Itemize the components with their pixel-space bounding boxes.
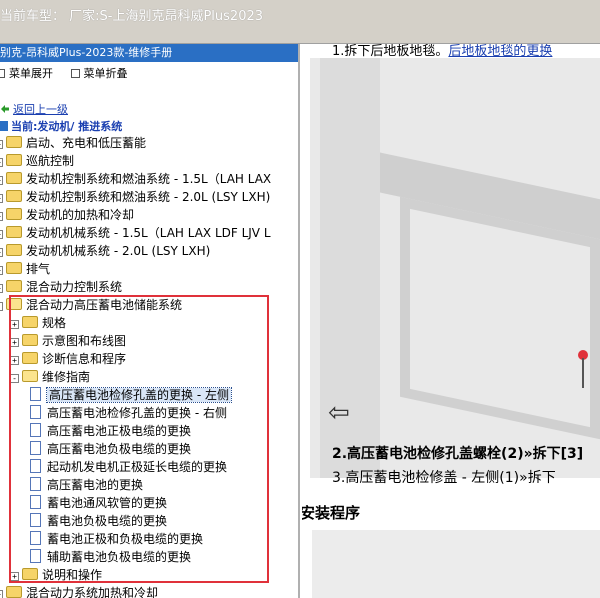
folder-icon (6, 154, 22, 166)
highlight-box (9, 295, 269, 583)
expand-all-button[interactable]: 菜单展开 (0, 67, 53, 80)
expand-node-icon[interactable]: + (0, 284, 3, 293)
expand-node-icon[interactable]: + (0, 590, 3, 598)
title-bar: 当前车型： 厂家:S-上海别克昂科威Plus2023 (0, 0, 600, 44)
tree-item-label: 发动机机械系统 - 2.0L (LSY LXH) (26, 244, 211, 258)
expand-node-icon[interactable]: + (0, 212, 3, 221)
step-3: 3.高压蓄电池检修盖 - 左侧(1)»拆下 (332, 470, 556, 486)
tree-item[interactable]: + 发动机控制系统和燃油系统 - 2.0L (LSY LXH) (0, 188, 270, 206)
expand-node-icon[interactable]: + (0, 230, 3, 239)
manual-header: 别克-昂科威Plus-2023款-维修手册 (0, 44, 298, 62)
back-arrow-icon (1, 105, 9, 113)
expand-node-icon[interactable]: + (0, 140, 3, 149)
tree-item-label: 混合动力控制系统 (26, 280, 123, 294)
tree-item[interactable]: + 混合动力系统加热和冷却 (0, 584, 158, 598)
collapse-all-button[interactable]: 菜单折叠 (70, 67, 128, 80)
expand-node-icon[interactable]: + (0, 266, 3, 275)
current-path: 当前:发动机/ 推进系统 (0, 118, 122, 134)
tree-item-label: 混合动力系统加热和冷却 (26, 586, 159, 598)
tree-item[interactable]: + 混合动力控制系统 (0, 278, 122, 296)
procedure-figure: ⇦ (310, 58, 600, 478)
expand-node-icon[interactable]: + (0, 176, 3, 185)
tree-item-label: 排气 (26, 262, 51, 276)
expand-node-icon[interactable]: + (0, 194, 3, 203)
folder-icon (6, 208, 22, 220)
expand-node-icon[interactable]: + (0, 158, 3, 167)
collapse-icon (70, 69, 80, 78)
tree-item[interactable]: + 发动机机械系统 - 2.0L (LSY LXH) (0, 242, 210, 260)
folder-icon (6, 280, 22, 292)
window-title: 当前车型： 厂家:S-上海别克昂科威Plus2023 (0, 9, 264, 24)
folder-icon (6, 244, 22, 256)
tree-item-label: 巡航控制 (26, 154, 75, 168)
back-link[interactable]: 返回上一级 (0, 101, 68, 117)
view-arrow-icon: ⇦ (328, 398, 350, 428)
tree-item-label: 发动机控制系统和燃油系统 - 1.5L（LAH LAX (26, 172, 272, 186)
tree-item[interactable]: + 发动机机械系统 - 1.5L（LAH LAX LDF LJV L (0, 224, 271, 242)
tree-item[interactable]: + 排气 (0, 260, 50, 278)
tree-item-label: 发动机机械系统 - 1.5L（LAH LAX LDF LJV L (26, 226, 271, 240)
tree-item[interactable]: + 发动机的加热和冷却 (0, 206, 134, 224)
tree-item[interactable]: + 启动、充电和低压蓄能 (0, 134, 146, 152)
tree-item[interactable]: + 巡航控制 (0, 152, 74, 170)
tree-item-label: 发动机的加热和冷却 (26, 208, 135, 222)
install-procedure-title: 安装程序 (302, 504, 361, 522)
rear-carpet-link[interactable]: 后地板地毯的更换 (448, 44, 552, 59)
step-2: 2.高压蓄电池检修孔盖螺栓(2)»拆下[3] (332, 446, 584, 462)
tree-item[interactable]: + 发动机控制系统和燃油系统 - 1.5L（LAH LAX (0, 170, 271, 188)
navigation-panel: 别克-昂科威Plus-2023款-维修手册 菜单展开 菜单折叠 返回上一级 当前… (0, 44, 300, 598)
tree-item-label: 启动、充电和低压蓄能 (26, 136, 147, 150)
folder-icon (6, 190, 22, 202)
expand-icon (0, 69, 5, 78)
expand-node-icon[interactable]: + (0, 248, 3, 257)
content-panel: ⇦ 1.拆下后地板地毯。后地板地毯的更换 2.高压蓄电池检修孔盖螺栓(2)»拆下… (302, 44, 600, 598)
book-icon (0, 121, 8, 131)
install-figure (312, 530, 600, 598)
collapse-node-icon[interactable]: - (0, 302, 3, 311)
folder-icon (6, 586, 22, 598)
tree-toolbar: 菜单展开 菜单折叠 (0, 64, 298, 84)
folder-icon (6, 226, 22, 238)
folder-icon (6, 136, 22, 148)
tree-item-label: 发动机控制系统和燃油系统 - 2.0L (LSY LXH) (26, 190, 271, 204)
folder-icon (6, 172, 22, 184)
folder-icon (6, 262, 22, 274)
step-1: 1.拆下后地板地毯。后地板地毯的更换 (332, 44, 553, 59)
